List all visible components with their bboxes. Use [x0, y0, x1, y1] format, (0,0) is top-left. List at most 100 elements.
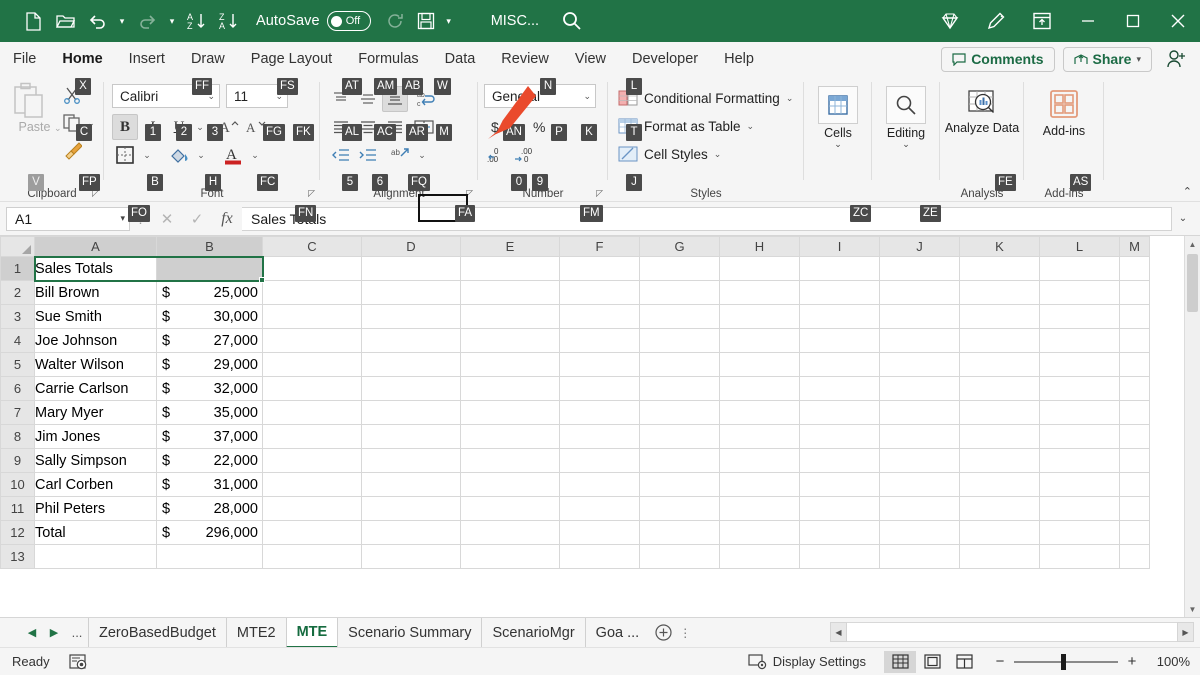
bottom-align-button[interactable]: [382, 86, 408, 112]
increase-indent-button[interactable]: [355, 142, 381, 168]
zoom-in-icon[interactable]: +: [1124, 653, 1140, 670]
cell-a11[interactable]: Phil Peters: [35, 497, 157, 521]
customize-quick-access-icon[interactable]: ▾: [441, 6, 457, 36]
cell-a13[interactable]: [35, 545, 157, 569]
increase-decimal-button[interactable]: 0.00: [484, 142, 510, 168]
cell-i1[interactable]: [800, 257, 880, 281]
cell-i7[interactable]: [800, 401, 880, 425]
sheet-list-more[interactable]: ...: [66, 625, 88, 640]
decrease-decimal-button[interactable]: .000: [511, 142, 537, 168]
font-name-combobox[interactable]: Calibri ⌄: [112, 84, 220, 108]
cell-g3[interactable]: [640, 305, 720, 329]
refresh-icon[interactable]: [381, 6, 411, 36]
cell-e8[interactable]: [461, 425, 560, 449]
cell-h4[interactable]: [720, 329, 800, 353]
cell-g8[interactable]: [640, 425, 720, 449]
cell-h6[interactable]: [720, 377, 800, 401]
column-header-g[interactable]: G: [640, 237, 720, 257]
merge-and-center-dropdown-icon[interactable]: ⌄: [438, 114, 452, 140]
next-sheet-icon[interactable]: ▶: [44, 626, 64, 639]
cell-m12[interactable]: [1120, 521, 1150, 545]
save-icon[interactable]: [411, 6, 441, 36]
grow-font-button[interactable]: A: [216, 114, 242, 140]
maximize-button[interactable]: [1110, 0, 1155, 42]
paste-button[interactable]: Paste ⌄: [12, 82, 68, 134]
cell-d1[interactable]: [362, 257, 461, 281]
top-align-button[interactable]: [328, 86, 354, 112]
cancel-icon[interactable]: ✕: [152, 207, 182, 231]
cell-l4[interactable]: [1040, 329, 1120, 353]
cell-a10[interactable]: Carl Corben: [35, 473, 157, 497]
vertical-scroll-thumb[interactable]: [1187, 254, 1198, 312]
accounting-number-format-button[interactable]: $: [484, 114, 510, 140]
cell-i2[interactable]: [800, 281, 880, 305]
diamond-icon[interactable]: [927, 0, 973, 42]
redo-icon[interactable]: [132, 6, 162, 36]
minimize-button[interactable]: [1065, 0, 1110, 42]
cell-l7[interactable]: [1040, 401, 1120, 425]
cells-button[interactable]: Cells ⌄: [804, 86, 872, 150]
cell-l13[interactable]: [1040, 545, 1120, 569]
cell-e11[interactable]: [461, 497, 560, 521]
decrease-indent-button[interactable]: [328, 142, 354, 168]
sort-ascending-icon[interactable]: AZ: [182, 6, 212, 36]
cell-l11[interactable]: [1040, 497, 1120, 521]
cell-h11[interactable]: [720, 497, 800, 521]
cell-k4[interactable]: [960, 329, 1040, 353]
row-header-9[interactable]: 9: [1, 449, 35, 473]
cell-d3[interactable]: [362, 305, 461, 329]
previous-sheet-icon[interactable]: ◀: [22, 626, 42, 639]
cell-e12[interactable]: [461, 521, 560, 545]
underline-button[interactable]: U: [166, 114, 192, 140]
cell-k3[interactable]: [960, 305, 1040, 329]
underline-dropdown-icon[interactable]: ⌄: [193, 114, 207, 140]
row-header-5[interactable]: 5: [1, 353, 35, 377]
cell-h13[interactable]: [720, 545, 800, 569]
scroll-up-icon[interactable]: ▲: [1185, 236, 1200, 252]
copy-dropdown-icon[interactable]: ⌄: [84, 110, 98, 136]
cell-g4[interactable]: [640, 329, 720, 353]
fill-color-button[interactable]: [166, 142, 192, 168]
cell-k5[interactable]: [960, 353, 1040, 377]
cell-b13[interactable]: [157, 545, 263, 569]
sheet-tab-goal-seek[interactable]: Goa ...: [585, 618, 650, 648]
cell-b5[interactable]: $29,000: [157, 353, 263, 377]
cell-i13[interactable]: [800, 545, 880, 569]
cell-j12[interactable]: [880, 521, 960, 545]
cell-c7[interactable]: [263, 401, 362, 425]
record-macro-icon[interactable]: [68, 653, 88, 671]
cell-f12[interactable]: [560, 521, 640, 545]
cell-c10[interactable]: [263, 473, 362, 497]
cell-e7[interactable]: [461, 401, 560, 425]
cell-c3[interactable]: [263, 305, 362, 329]
name-box[interactable]: A1 ▾: [6, 207, 130, 231]
middle-align-button[interactable]: [355, 86, 381, 112]
cell-a12[interactable]: Total: [35, 521, 157, 545]
clipboard-dialog-launcher-icon[interactable]: ◸: [92, 188, 99, 199]
number-format-combobox[interactable]: General ⌄: [484, 84, 596, 108]
cell-h7[interactable]: [720, 401, 800, 425]
column-header-j[interactable]: J: [880, 237, 960, 257]
sheet-tab-mte[interactable]: MTE: [286, 618, 338, 648]
cell-f5[interactable]: [560, 353, 640, 377]
column-header-i[interactable]: I: [800, 237, 880, 257]
autosave-toggle[interactable]: Off: [327, 11, 371, 31]
cell-c1[interactable]: [263, 257, 362, 281]
sheet-tab-zerobasedbudget[interactable]: ZeroBasedBudget: [88, 618, 226, 648]
cell-d11[interactable]: [362, 497, 461, 521]
cell-c13[interactable]: [263, 545, 362, 569]
cell-j8[interactable]: [880, 425, 960, 449]
column-header-h[interactable]: H: [720, 237, 800, 257]
cell-e9[interactable]: [461, 449, 560, 473]
zoom-slider-track[interactable]: [1014, 661, 1118, 663]
cell-i4[interactable]: [800, 329, 880, 353]
cell-d5[interactable]: [362, 353, 461, 377]
tab-file[interactable]: File: [0, 42, 49, 76]
column-header-m[interactable]: M: [1120, 237, 1150, 257]
cell-k10[interactable]: [960, 473, 1040, 497]
cell-k11[interactable]: [960, 497, 1040, 521]
display-settings-button[interactable]: Display Settings: [748, 653, 884, 670]
cell-i3[interactable]: [800, 305, 880, 329]
cell-a8[interactable]: Jim Jones: [35, 425, 157, 449]
cell-e5[interactable]: [461, 353, 560, 377]
